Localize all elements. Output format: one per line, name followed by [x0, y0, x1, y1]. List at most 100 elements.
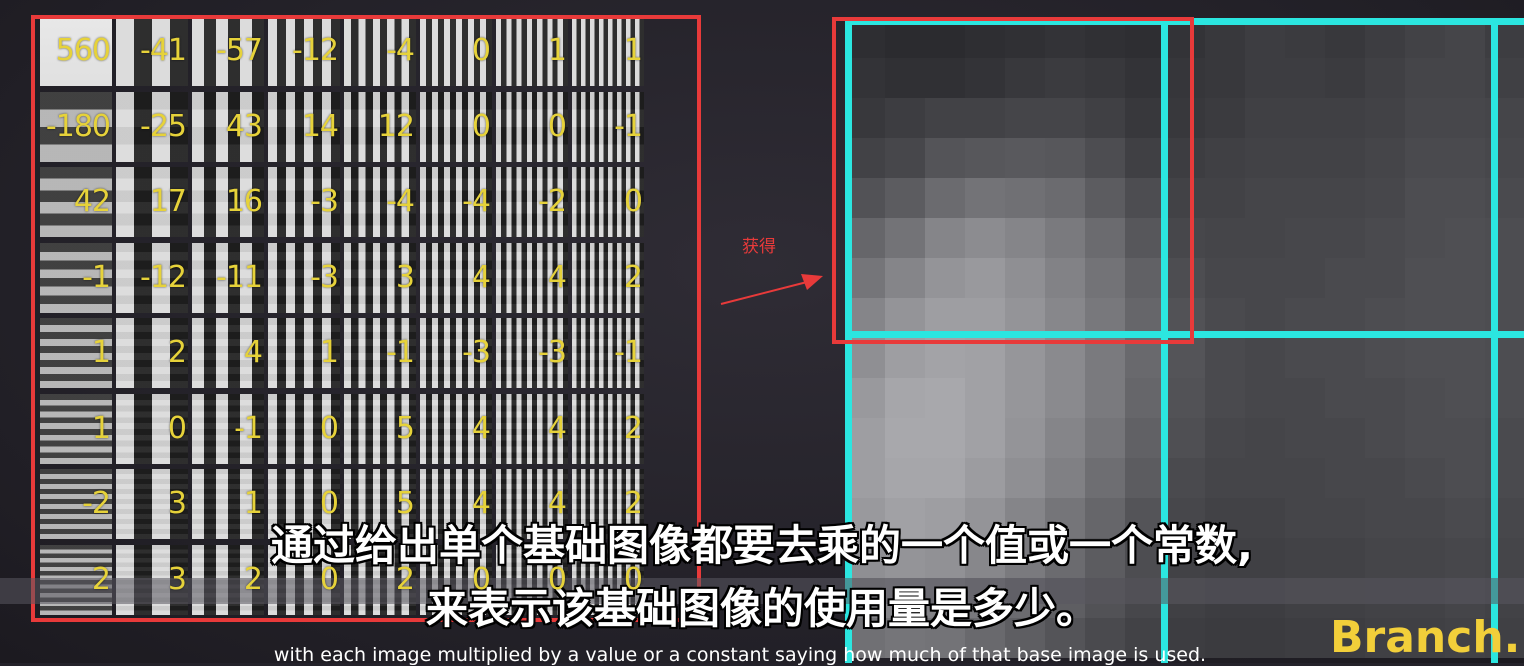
pixel	[1365, 98, 1405, 138]
coefficient-value: 4	[471, 410, 491, 446]
pixel	[1405, 258, 1445, 298]
pixel	[1045, 458, 1085, 498]
pixel	[1325, 458, 1365, 498]
pixel	[1125, 458, 1165, 498]
coefficient-value: 17	[149, 184, 187, 219]
coefficient-value: -2	[538, 184, 567, 219]
coefficient-value: 0	[167, 410, 187, 446]
pixel	[1325, 338, 1365, 378]
coefficient-value: 2	[243, 561, 263, 597]
coefficient-value: -11	[216, 259, 263, 295]
pixel	[1205, 218, 1245, 258]
pixel	[925, 378, 965, 418]
coefficient-value: -4	[462, 184, 491, 219]
coefficient-value: 2	[167, 335, 187, 370]
pixel	[1245, 178, 1285, 218]
coefficient-value: 1	[547, 33, 567, 68]
pixel	[1285, 258, 1325, 298]
coefficient-value: 0	[547, 561, 567, 597]
coefficient-value: 4	[471, 486, 491, 521]
pixel	[1005, 338, 1045, 378]
pixel	[1125, 338, 1165, 378]
pixel	[1405, 458, 1445, 498]
pixel	[1445, 378, 1485, 418]
pixel	[1165, 378, 1205, 418]
pixel	[1245, 218, 1285, 258]
coefficient-value: -57	[216, 33, 263, 68]
pixel	[1085, 338, 1125, 378]
coefficient-value: 1	[319, 335, 339, 370]
pixel	[965, 338, 1005, 378]
pixel	[1405, 58, 1445, 98]
video-frame: 560 -41 -57 -12 -4 0 1 1 -180 -25 43 14 12 0 0 -1 42 17 16…	[0, 0, 1524, 666]
coefficient-value: 560	[55, 33, 111, 68]
pixel	[1165, 418, 1205, 458]
coefficient-value: -25	[140, 108, 187, 144]
pixel	[1285, 98, 1325, 138]
coefficient-value: -4	[386, 184, 415, 219]
pixel	[1365, 338, 1405, 378]
coefficient-value: -1	[386, 335, 415, 370]
coefficient-value: 0	[471, 33, 491, 68]
coefficient-value: -1	[82, 259, 111, 295]
pixel	[1085, 378, 1125, 418]
pixel	[1205, 58, 1245, 98]
coefficient-value: 4	[243, 335, 263, 370]
pixel	[1365, 258, 1405, 298]
pixel	[965, 378, 1005, 418]
coefficient-value: -12	[140, 259, 187, 295]
coefficient-value: -1	[614, 335, 643, 370]
pixel	[965, 458, 1005, 498]
pixel	[925, 338, 965, 378]
pixel	[1365, 378, 1405, 418]
pixel	[1445, 58, 1485, 98]
coefficient-value: 43	[225, 108, 263, 144]
pixel	[1245, 338, 1285, 378]
brand-watermark: Branch.	[1330, 612, 1521, 663]
coefficient-value: 5	[395, 486, 415, 521]
pixel	[1205, 258, 1245, 298]
pixel	[1285, 338, 1325, 378]
pixel	[925, 418, 965, 458]
pixel	[1365, 218, 1405, 258]
pixel	[1245, 138, 1285, 178]
pixel	[1325, 258, 1365, 298]
coefficient-value: -2	[82, 486, 111, 521]
pixel	[1245, 258, 1285, 298]
coefficient-value: 0	[319, 410, 339, 446]
pixel	[1325, 218, 1365, 258]
pixel	[1205, 98, 1245, 138]
pixel	[1365, 58, 1405, 98]
pixel	[1445, 458, 1485, 498]
coefficient-value: 0	[319, 486, 339, 521]
coefficient-value: 12	[377, 108, 415, 144]
pixel	[1005, 378, 1045, 418]
pixel	[1405, 98, 1445, 138]
coefficient-value: -1	[234, 410, 263, 446]
pixel	[1445, 138, 1485, 178]
coefficient-value: 0	[471, 561, 491, 597]
coefficient-value: 0	[623, 561, 643, 597]
pixel	[1205, 458, 1245, 498]
pixel	[1285, 378, 1325, 418]
coefficient-value: 2	[623, 259, 643, 295]
coefficient-value: 14	[301, 108, 339, 144]
pixel	[1285, 178, 1325, 218]
pixel	[1325, 98, 1365, 138]
pixel	[1045, 338, 1085, 378]
coefficient-value: -3	[538, 335, 567, 370]
coefficient-value: 4	[547, 410, 567, 446]
pixel	[1325, 178, 1365, 218]
pixel	[885, 418, 925, 458]
pixel	[965, 418, 1005, 458]
pixel	[885, 458, 925, 498]
pixel	[1125, 418, 1165, 458]
pixel	[1285, 458, 1325, 498]
pixel	[1165, 458, 1205, 498]
pixel	[1205, 418, 1245, 458]
pixel	[1285, 418, 1325, 458]
pixel-block-highlight-box	[832, 17, 1194, 344]
coefficient-value: -3	[462, 335, 491, 370]
pixel	[1245, 98, 1285, 138]
coefficient-value: 4	[471, 259, 491, 295]
